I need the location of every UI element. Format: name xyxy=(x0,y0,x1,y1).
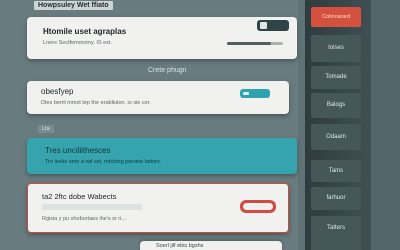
toggle-knob xyxy=(260,22,267,29)
window-edge xyxy=(371,0,400,250)
toggle-switch[interactable] xyxy=(257,20,289,31)
main-content: Howpsuley Wet ffiato Htomile uset agrapl… xyxy=(0,0,298,250)
card-description: Lnere Sectfemmomy. IS ext. xyxy=(43,40,112,46)
section-label: Crete phugn xyxy=(148,67,187,74)
sidebar-header-button[interactable]: Colionaned xyxy=(311,7,361,27)
card-title: Tres unciliithesces xyxy=(45,146,111,155)
sidebar-item[interactable]: Ioises xyxy=(311,35,361,62)
setting-card-2[interactable]: obesfyep Dtes beml mmxt tep the erabliul… xyxy=(27,81,289,114)
card-description: Dtes beml mmxt tep the erabliulen. io si… xyxy=(41,100,151,106)
bottom-bar-label: Soerl jilf ebis bgshs xyxy=(156,243,204,249)
setting-card-4[interactable]: ta2 2ftc dobe Wabects Rgisia y pu shobor… xyxy=(27,183,289,233)
toggle-switch[interactable] xyxy=(240,200,276,213)
card-placeholder-line xyxy=(42,204,142,210)
sidebar-item[interactable]: Balogs xyxy=(311,93,361,118)
setting-slider[interactable] xyxy=(227,42,283,45)
app-title: Howpsuley Wet ffiato xyxy=(34,1,113,10)
toggle-knob xyxy=(243,92,249,95)
sidebar-item[interactable]: farhuor xyxy=(311,187,361,210)
toggle-knob xyxy=(243,203,273,210)
sidebar-item[interactable]: Odaam xyxy=(311,124,361,150)
app-window: Howpsuley Wet ffiato Htomile uset agrapl… xyxy=(0,0,400,250)
section-tag: Lta xyxy=(38,125,54,133)
sidebar-item[interactable]: Tams xyxy=(311,160,361,182)
sidebar-item[interactable]: Tomade xyxy=(311,66,361,89)
card-title: Htomile uset agraplas xyxy=(43,27,127,36)
card-description: Trn ieske sme a wd sst, rotching porsine… xyxy=(45,159,162,165)
card-title: obesfyep xyxy=(41,87,74,96)
sidebar-item[interactable]: Tatters xyxy=(311,216,361,240)
sidebar: Colionaned Ioises Tomade Balogs Odaam Ta… xyxy=(305,0,371,250)
setting-card-1[interactable]: Htomile uset agraplas Lnere Sectfemmomy.… xyxy=(27,17,297,59)
toggle-switch[interactable] xyxy=(240,89,270,98)
card-title: ta2 2ftc dobe Wabects xyxy=(42,192,117,201)
slider-fill xyxy=(227,42,271,45)
bottom-bar[interactable]: Soerl jilf ebis bgshs xyxy=(140,241,282,250)
card-description: Rgisia y pu shobortaes ihe's sr ri... xyxy=(42,216,126,222)
sidebar-item[interactable] xyxy=(311,240,361,250)
setting-card-3-selected[interactable]: Tres unciliithesces Trn ieske sme a wd s… xyxy=(27,138,297,174)
